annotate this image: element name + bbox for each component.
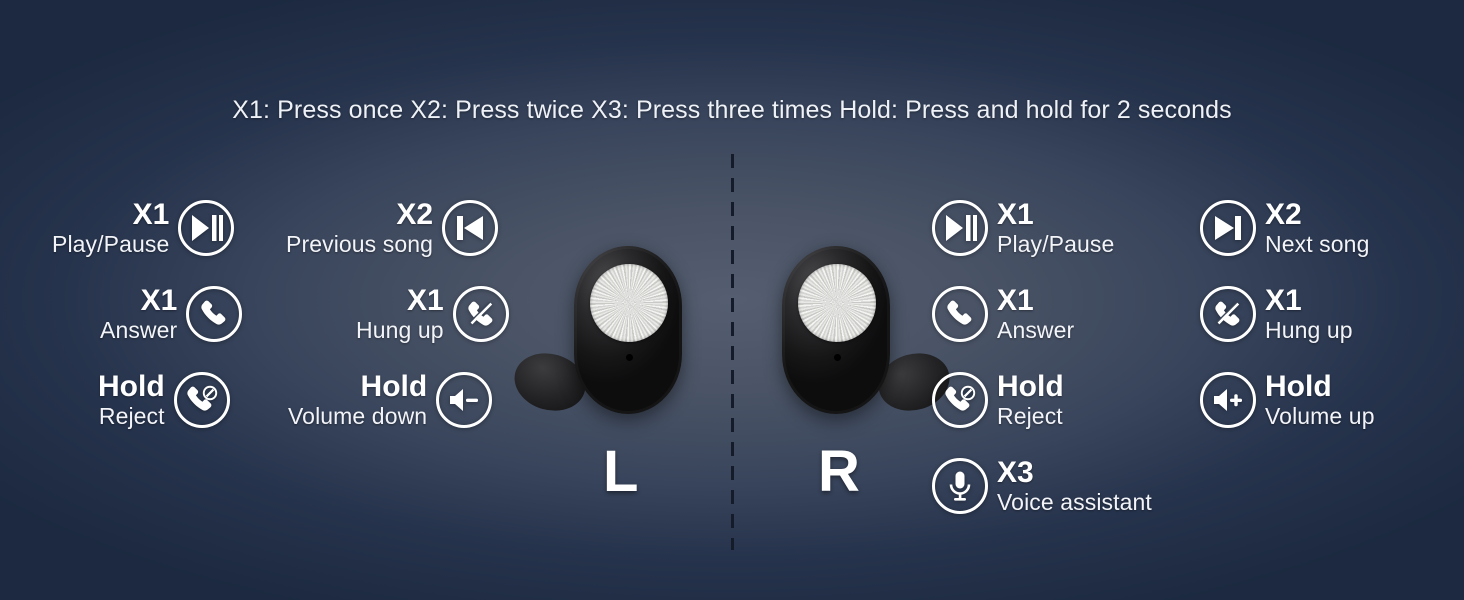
play-pause-icon — [932, 200, 988, 256]
phone-answer-icon — [186, 286, 243, 342]
press-count-label: Hold — [1265, 370, 1332, 403]
control-item-text: X1 Hung up — [1265, 286, 1353, 342]
right-earbud-image — [782, 246, 957, 419]
control-item-text: Hold Reject — [997, 372, 1064, 428]
control-item-text: X1 Play/Pause — [997, 200, 1114, 256]
control-item-text: Hold Volume down — [288, 372, 427, 428]
phone-answer-icon — [932, 286, 988, 342]
press-count-label: X2 — [1265, 198, 1302, 231]
phone-hangup-icon — [452, 286, 509, 342]
control-item-text: X1 Play/Pause — [52, 200, 169, 256]
left-earbud-image — [507, 246, 682, 419]
action-label: Play/Pause — [997, 231, 1115, 257]
center-divider — [731, 154, 734, 550]
previous-track-icon — [442, 200, 499, 256]
press-count-label: Hold — [360, 370, 428, 403]
control-item-left-volume-down: Hold Volume down — [288, 372, 493, 428]
action-label: Hung up — [356, 317, 444, 343]
right-earbud-mic-hole — [834, 354, 841, 361]
control-item-right-hung-up: X1 Hung up — [1200, 286, 1353, 342]
phone-reject-icon — [932, 372, 988, 428]
action-label: Voice assistant — [997, 489, 1152, 515]
control-item-text: X1 Hung up — [356, 286, 444, 342]
press-count-label: X3 — [997, 456, 1034, 489]
instructions-caption: X1: Press once X2: Press twice X3: Press… — [232, 96, 1232, 124]
action-label: Next song — [1265, 231, 1370, 257]
control-item-right-next-song: X2 Next song — [1200, 200, 1369, 256]
control-item-right-volume-up: Hold Volume up — [1200, 372, 1375, 428]
press-count-label: X1 — [140, 284, 178, 317]
press-count-label: X2 — [396, 198, 434, 231]
control-item-text: X3 Voice assistant — [997, 458, 1152, 514]
control-item-left-hung-up: X1 Hung up — [356, 286, 509, 342]
right-earbud-label: R — [818, 439, 860, 504]
press-count-label: X1 — [997, 198, 1034, 231]
right-earbud-touchpad — [798, 264, 876, 342]
action-label: Play/Pause — [52, 231, 170, 257]
earbud-control-infographic: X1: Press once X2: Press twice X3: Press… — [0, 0, 1464, 600]
control-item-text: X2 Previous song — [286, 200, 433, 256]
control-item-left-previous-song: X2 Previous song — [286, 200, 499, 256]
left-earbud-mic-hole — [626, 354, 633, 361]
control-item-text: X2 Next song — [1265, 200, 1369, 256]
left-earbud-touchpad — [590, 264, 668, 342]
volume-down-icon — [436, 372, 493, 428]
action-label: Volume down — [288, 403, 428, 429]
press-count-label: Hold — [997, 370, 1064, 403]
action-label: Reject — [98, 403, 165, 429]
left-earbud-label: L — [603, 439, 639, 504]
volume-up-icon — [1200, 372, 1256, 428]
action-label: Answer — [997, 317, 1075, 343]
next-track-icon — [1200, 200, 1256, 256]
action-label: Volume up — [1265, 403, 1375, 429]
press-count-label: Hold — [98, 370, 165, 403]
press-count-label: X1 — [1265, 284, 1302, 317]
control-item-left-play-pause: X1 Play/Pause — [52, 200, 235, 256]
control-item-left-reject: Hold Reject — [98, 372, 230, 428]
phone-reject-icon — [173, 372, 230, 428]
action-label: Previous song — [286, 231, 434, 257]
press-count-label: X1 — [406, 284, 444, 317]
microphone-icon — [932, 458, 988, 514]
press-count-label: X1 — [997, 284, 1034, 317]
control-item-text: X1 Answer — [997, 286, 1074, 342]
phone-hangup-icon — [1200, 286, 1256, 342]
control-item-text: Hold Reject — [98, 372, 165, 428]
control-item-text: Hold Volume up — [1265, 372, 1375, 428]
press-count-label: X1 — [132, 198, 170, 231]
control-item-right-reject: Hold Reject — [932, 372, 1064, 428]
control-item-text: X1 Answer — [100, 286, 177, 342]
play-pause-icon — [178, 200, 235, 256]
control-item-left-answer: X1 Answer — [100, 286, 243, 342]
action-label: Reject — [997, 403, 1063, 429]
action-label: Hung up — [1265, 317, 1353, 343]
control-item-right-play-pause: X1 Play/Pause — [932, 200, 1114, 256]
action-label: Answer — [100, 317, 178, 343]
control-item-right-voice-assistant: X3 Voice assistant — [932, 458, 1152, 514]
control-item-right-answer: X1 Answer — [932, 286, 1074, 342]
